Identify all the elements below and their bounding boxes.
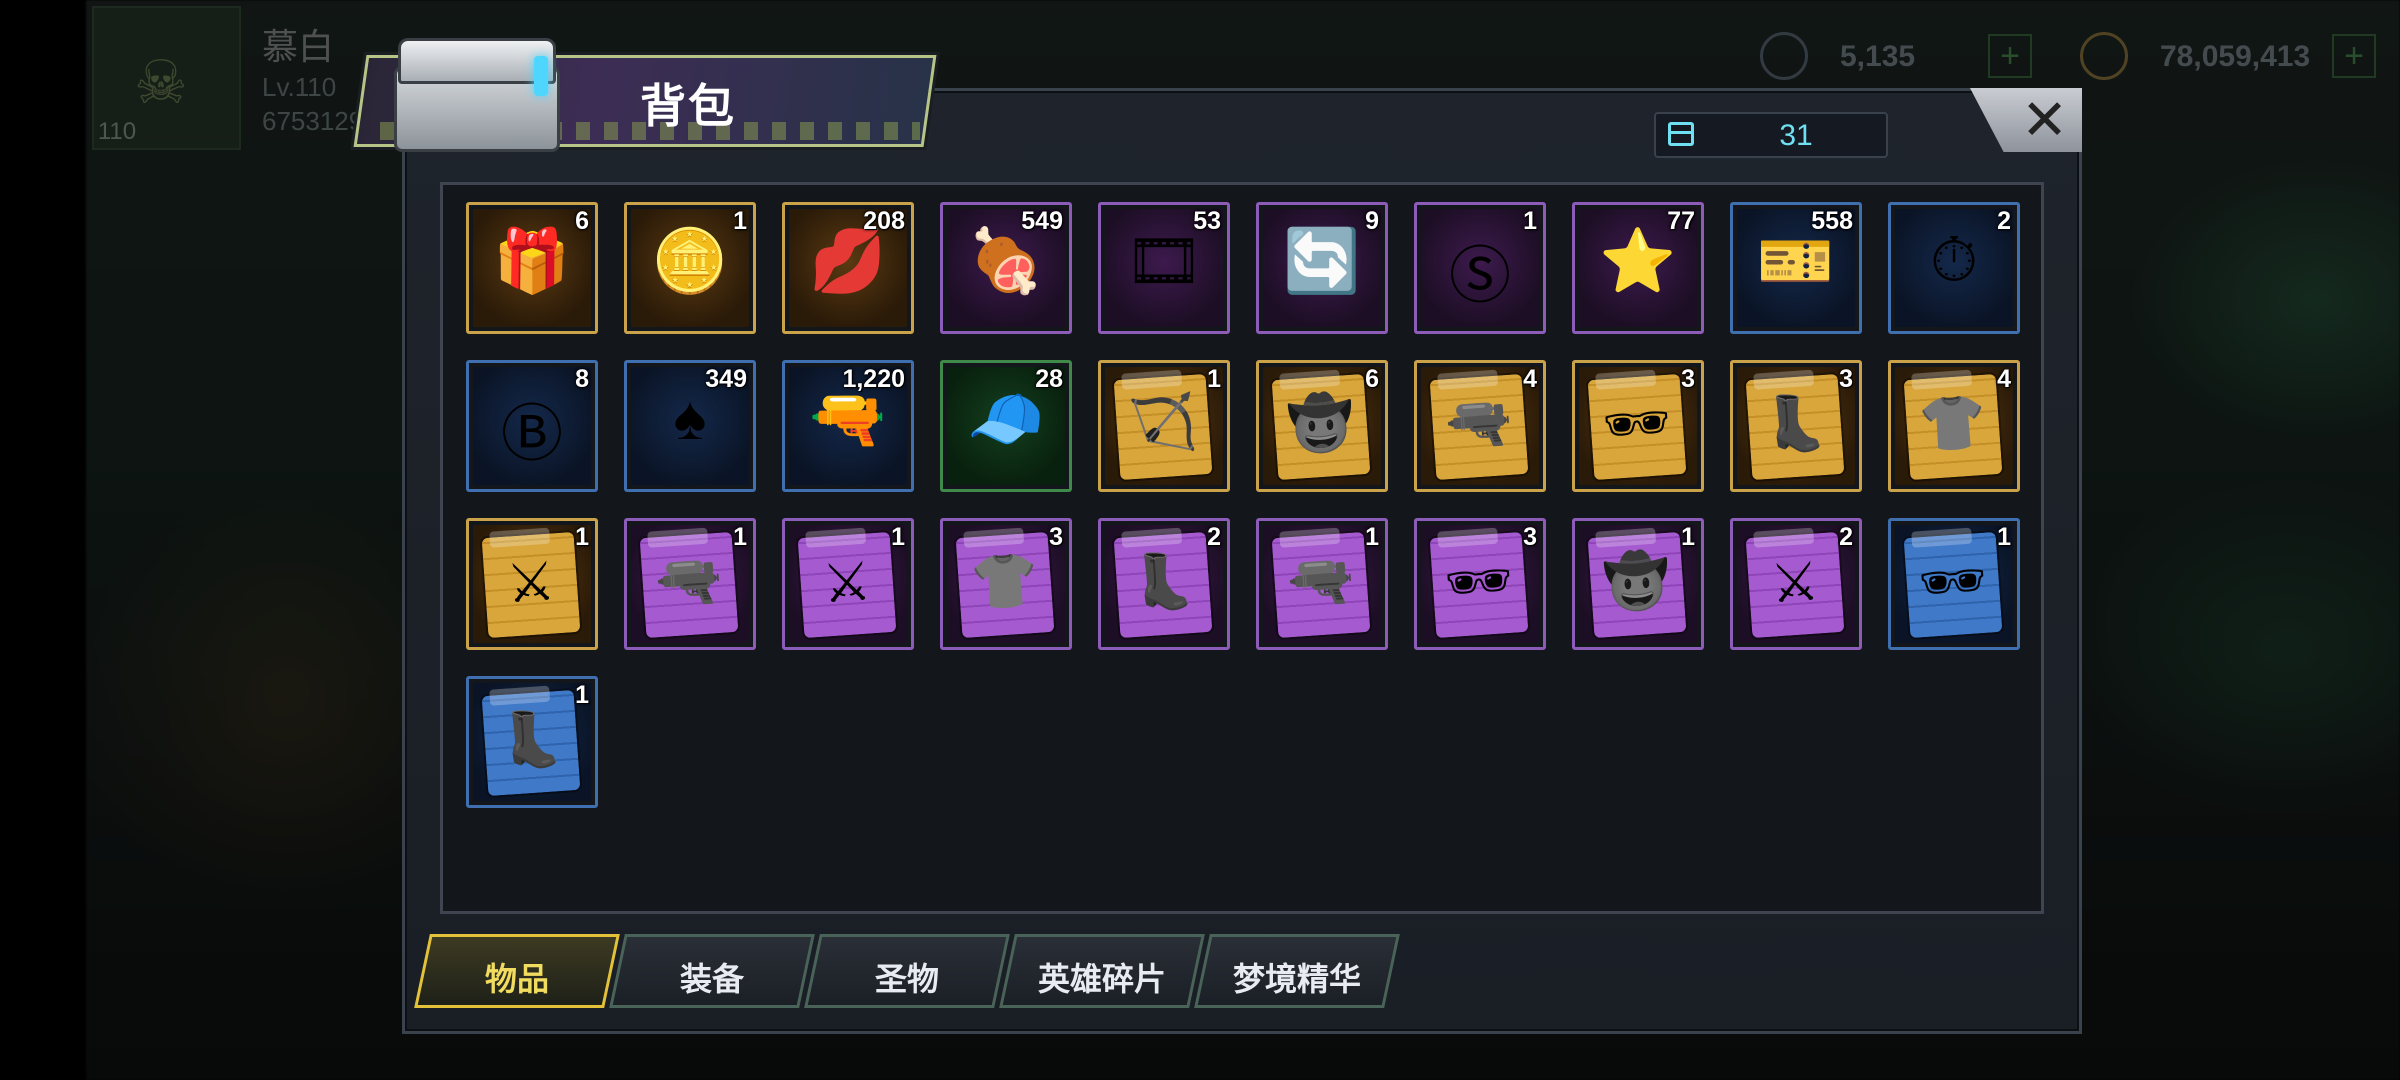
item-slot-blue-glasses-card[interactable]: 🕶 1	[1888, 518, 2020, 650]
item-slot-film-reel[interactable]: 🎞 53	[1098, 202, 1230, 334]
item-slot-purple-shirt-card[interactable]: 👕 3	[940, 518, 1072, 650]
item-count: 1	[1997, 523, 2011, 551]
tab-label: 圣物	[874, 961, 939, 997]
item-slot-gold-swords-card[interactable]: ⚔ 1	[466, 518, 598, 650]
gold-fragment-card-icon: 👢	[1745, 369, 1845, 481]
purple-fragment-card-icon: 👢	[1113, 527, 1213, 639]
item-count: 208	[863, 207, 905, 235]
chest-icon	[384, 26, 564, 154]
item-count: 2	[1839, 523, 1853, 551]
item-slot-gold-boots-card[interactable]: 👢 3	[1730, 360, 1862, 492]
item-slot-purple-pistol-card[interactable]: 🔫 1	[624, 518, 756, 650]
item-count: 4	[1523, 365, 1537, 393]
item-slot-stopwatch-token[interactable]: ⏱ 2	[1888, 202, 2020, 334]
item-count: 3	[1839, 365, 1853, 393]
item-slot-arrow-device[interactable]: 🔄 9	[1256, 202, 1388, 334]
gold-fragment-card-icon: 🏹	[1113, 369, 1213, 481]
item-slot-b-bottlecap[interactable]: Ⓑ 8	[466, 360, 598, 492]
item-slot-gold-hat-card[interactable]: 🤠 6	[1256, 360, 1388, 492]
purple-fragment-card-icon: 🔫	[1271, 527, 1371, 639]
item-count: 53	[1193, 207, 1221, 235]
item-count: 8	[575, 365, 589, 393]
item-count: 9	[1365, 207, 1379, 235]
item-slot-green-cap[interactable]: 🧢 28	[940, 360, 1072, 492]
item-slot-purple-swords-card-2[interactable]: ⚔ 2	[1730, 518, 1862, 650]
tab-label: 梦境精华	[1232, 961, 1361, 997]
item-count: 1	[1681, 523, 1695, 551]
item-slot-police-badge[interactable]: ⭐ 77	[1572, 202, 1704, 334]
purple-fragment-card-icon: 🕶	[1429, 527, 1529, 639]
item-count: 1	[1207, 365, 1221, 393]
item-count: 1	[1365, 523, 1379, 551]
purple-fragment-card-icon: 👕	[955, 527, 1055, 639]
item-count: 77	[1667, 207, 1695, 235]
item-slot-blue-boots-card[interactable]: 👢 1	[466, 676, 598, 808]
item-count: 1	[733, 523, 747, 551]
purple-fragment-card-icon: 🤠	[1587, 527, 1687, 639]
item-count: 6	[575, 207, 589, 235]
item-count: 3	[1523, 523, 1537, 551]
gold-fragment-card-icon: 🔫	[1429, 369, 1529, 481]
item-count: 3	[1681, 365, 1695, 393]
item-count: 1,220	[842, 365, 905, 393]
capacity-value: 31	[1779, 119, 1813, 152]
gold-fragment-card-icon: 👕	[1903, 369, 2003, 481]
item-slot-purple-hat-card[interactable]: 🤠 1	[1572, 518, 1704, 650]
item-slot-purple-boots-card[interactable]: 👢 2	[1098, 518, 1230, 650]
b-bottlecap-icon: Ⓑ	[500, 400, 563, 469]
tab-label: 英雄碎片	[1037, 961, 1166, 997]
page-title: 背包	[640, 80, 736, 132]
item-count: 4	[1997, 365, 2011, 393]
item-count: 28	[1035, 365, 1063, 393]
item-count: 1	[1523, 207, 1537, 235]
item-count: 3	[1049, 523, 1063, 551]
item-count: 2	[1207, 523, 1221, 551]
item-count: 549	[1021, 207, 1063, 235]
blue-fragment-card-icon: 🕶	[1903, 527, 2003, 639]
item-slot-lips-bottlecap[interactable]: 💋 208	[782, 202, 914, 334]
item-count: 1	[575, 523, 589, 551]
item-count: 349	[705, 365, 747, 393]
item-count: 558	[1811, 207, 1853, 235]
item-slot-gold-coin[interactable]: 🪙 1	[624, 202, 756, 334]
item-slot-bullet[interactable]: 🔫 1,220	[782, 360, 914, 492]
item-slot-poker-chip[interactable]: ♠ 349	[624, 360, 756, 492]
item-slot-gold-glasses-card[interactable]: 🕶 3	[1572, 360, 1704, 492]
tab-label: 物品	[484, 961, 549, 997]
purple-fragment-card-icon: 🔫	[639, 527, 739, 639]
item-slot-gold-bow-card[interactable]: 🏹 1	[1098, 360, 1230, 492]
item-slot-s-bottlecap[interactable]: Ⓢ 1	[1414, 202, 1546, 334]
item-slot-gold-shirt-card[interactable]: 👕 4	[1888, 360, 2020, 492]
purple-fragment-card-icon: ⚔	[797, 527, 897, 639]
purple-fragment-card-icon: ⚔	[1745, 527, 1845, 639]
item-slot-purple-swords-card[interactable]: ⚔ 1	[782, 518, 914, 650]
item-slot-purple-chest[interactable]: 🎁 6	[466, 202, 598, 334]
tab-label: 装备	[679, 961, 744, 997]
item-count: 2	[1997, 207, 2011, 235]
item-slot-purple-pistol-card-2[interactable]: 🔫 1	[1256, 518, 1388, 650]
gold-fragment-card-icon: 🕶	[1587, 369, 1687, 481]
item-count: 1	[891, 523, 905, 551]
bag-capacity: 31	[1654, 112, 1888, 158]
item-slot-ham-drumstick[interactable]: 🍖 549	[940, 202, 1072, 334]
item-slot-purple-glasses-card[interactable]: 🕶 3	[1414, 518, 1546, 650]
gold-fragment-card-icon: 🤠	[1271, 369, 1371, 481]
s-bottlecap-icon: Ⓢ	[1448, 242, 1511, 311]
item-count: 1	[575, 681, 589, 709]
bag-slot-icon	[1668, 122, 1694, 146]
item-slot-cinema-ticket[interactable]: 🎫 558	[1730, 202, 1862, 334]
item-count: 1	[733, 207, 747, 235]
item-slot-gold-pistol-card[interactable]: 🔫 4	[1414, 360, 1546, 492]
item-count: 6	[1365, 365, 1379, 393]
gold-fragment-card-icon: ⚔	[481, 527, 581, 639]
blue-fragment-card-icon: 👢	[481, 685, 581, 797]
